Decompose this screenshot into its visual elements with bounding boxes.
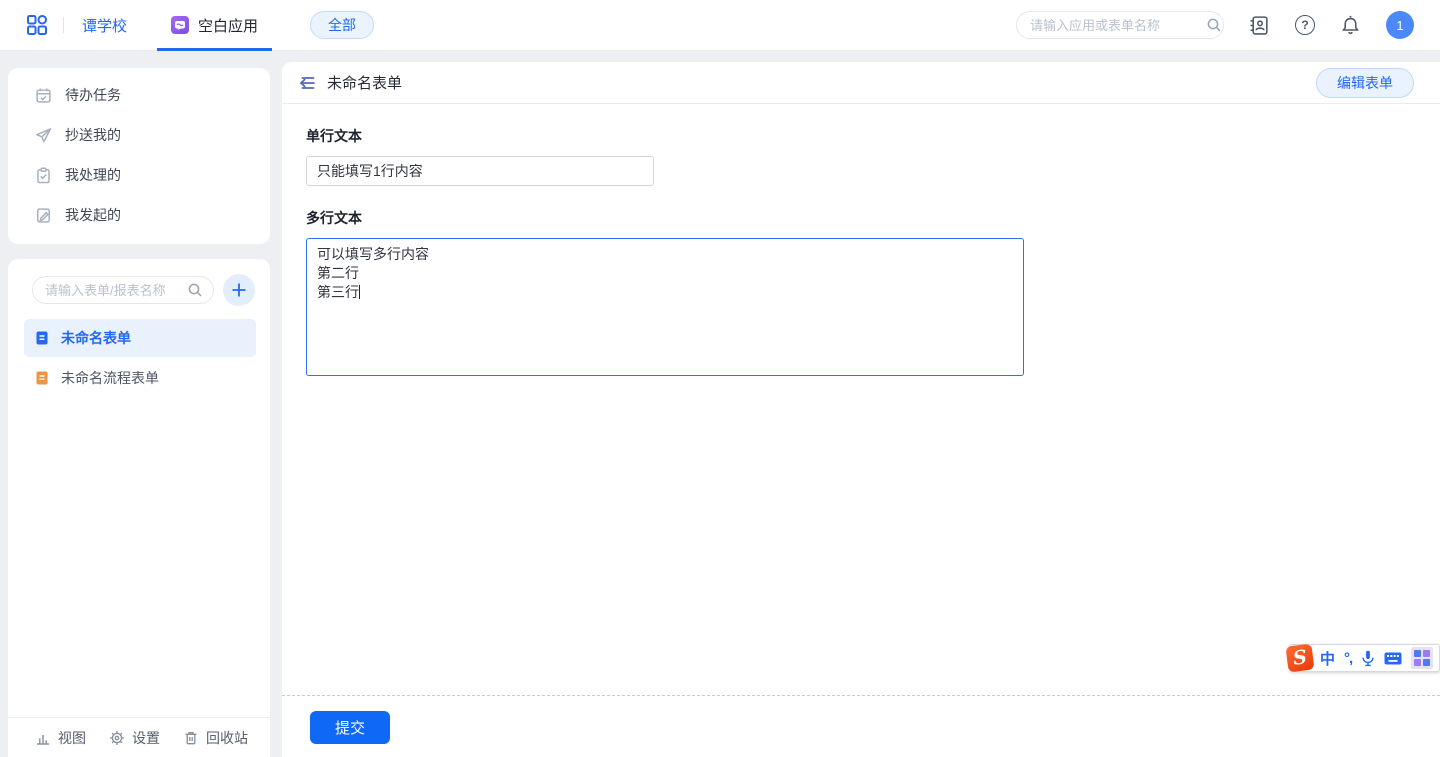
ime-items: 中 °, (1320, 647, 1433, 669)
ime-toolbox-grid-icon[interactable] (1411, 647, 1433, 669)
form-footer: 提交 (282, 695, 1440, 757)
settings-button[interactable]: 设置 (109, 728, 160, 748)
form-search-box[interactable] (32, 276, 214, 304)
app-icon (171, 16, 189, 34)
form-body: 单行文本 多行文本 可以填写多行内容 第二行 第三行 (282, 104, 1440, 376)
footer-item-label: 设置 (132, 728, 160, 748)
textarea-line: 第三行 (317, 283, 1013, 302)
page-title: 未命名表单 (327, 72, 402, 93)
apps-grid-icon[interactable] (26, 14, 48, 36)
sidebar-item-label: 抄送我的 (65, 125, 121, 145)
top-header: 谭学校 空白应用 全部 (0, 0, 1440, 51)
notifications-bell-icon[interactable] (1340, 15, 1361, 36)
ime-toolbar: S 中 °, (1289, 644, 1440, 672)
send-icon (35, 127, 52, 144)
text-caret (359, 285, 360, 299)
form-header: 未命名表单 编辑表单 (282, 62, 1440, 104)
sidebar-tasks-card: 待办任务 抄送我的 我处理的 我发起的 (8, 68, 270, 244)
add-form-button[interactable] (223, 274, 255, 306)
help-icon[interactable]: ? (1295, 15, 1315, 35)
form-doc-icon-orange (34, 370, 50, 386)
avatar[interactable]: 1 (1386, 11, 1414, 39)
sidebar-item-label: 我发起的 (65, 205, 121, 225)
tab-blank-app[interactable]: 空白应用 (157, 0, 272, 51)
footer-item-label: 视图 (58, 728, 86, 748)
multi-line-textarea[interactable]: 可以填写多行内容 第二行 第三行 (306, 238, 1024, 376)
gear-icon (109, 730, 125, 746)
sogou-logo-icon[interactable]: S (1286, 644, 1315, 673)
doc-edit-icon (35, 207, 52, 224)
bar-chart-icon (35, 730, 51, 746)
form-item-label: 未命名表单 (61, 328, 131, 348)
contacts-icon[interactable] (1249, 15, 1270, 36)
collapse-sidebar-icon[interactable] (298, 75, 316, 91)
sidebar-item-untitled-flow-form[interactable]: 未命名流程表单 (24, 359, 256, 397)
main-panel: 未命名表单 编辑表单 单行文本 多行文本 可以填写多行内容 第二行 第三行 提交 (282, 62, 1440, 757)
clipboard-check-icon (35, 167, 52, 184)
form-search-input[interactable] (45, 283, 187, 298)
workspace-link[interactable]: 谭学校 (82, 15, 127, 36)
sidebar-forms-card: 未命名表单 未命名流程表单 视图 (8, 259, 270, 757)
sidebar-item-initiated-by-me[interactable]: 我发起的 (8, 195, 270, 235)
field-label: 多行文本 (306, 208, 1440, 228)
footer-item-label: 回收站 (206, 728, 248, 748)
global-search-box[interactable] (1016, 11, 1224, 39)
recycle-bin-button[interactable]: 回收站 (183, 728, 248, 748)
single-line-text-input[interactable] (306, 156, 654, 186)
submit-button[interactable]: 提交 (310, 711, 390, 744)
textarea-line: 可以填写多行内容 (317, 245, 1013, 264)
sidebar-item-handled-by-me[interactable]: 我处理的 (8, 155, 270, 195)
form-item-label: 未命名流程表单 (61, 368, 159, 388)
search-icon (187, 282, 203, 298)
sidebar-item-cc-to-me[interactable]: 抄送我的 (8, 115, 270, 155)
global-search-input[interactable] (1030, 18, 1206, 33)
ime-punctuation-toggle[interactable]: °, (1344, 650, 1352, 667)
sidebar-item-todo-tasks[interactable]: 待办任务 (8, 75, 270, 115)
textarea-line: 第二行 (317, 264, 1013, 283)
header-divider (63, 17, 64, 33)
sidebar-item-label: 待办任务 (65, 85, 121, 105)
edit-form-button[interactable]: 编辑表单 (1316, 68, 1414, 98)
field-single-line-text: 单行文本 (306, 126, 1440, 186)
views-button[interactable]: 视图 (35, 728, 86, 748)
form-search-row (8, 259, 270, 319)
filter-all-badge[interactable]: 全部 (310, 11, 374, 39)
keyboard-icon[interactable] (1384, 652, 1402, 665)
tab-label: 空白应用 (198, 15, 258, 36)
field-multi-line-text: 多行文本 可以填写多行内容 第二行 第三行 (306, 208, 1440, 376)
form-doc-icon-blue (34, 330, 50, 346)
field-label: 单行文本 (306, 126, 1440, 146)
ime-language-toggle[interactable]: 中 (1320, 648, 1335, 669)
sidebar-item-label: 我处理的 (65, 165, 121, 185)
trash-icon (183, 730, 199, 746)
microphone-icon[interactable] (1361, 650, 1375, 667)
calendar-icon (35, 87, 52, 104)
sidebar-footer: 视图 设置 回收站 (8, 717, 270, 757)
header-actions: ? 1 (1016, 11, 1414, 39)
search-icon (1206, 17, 1222, 33)
sidebar-item-untitled-form[interactable]: 未命名表单 (24, 319, 256, 357)
